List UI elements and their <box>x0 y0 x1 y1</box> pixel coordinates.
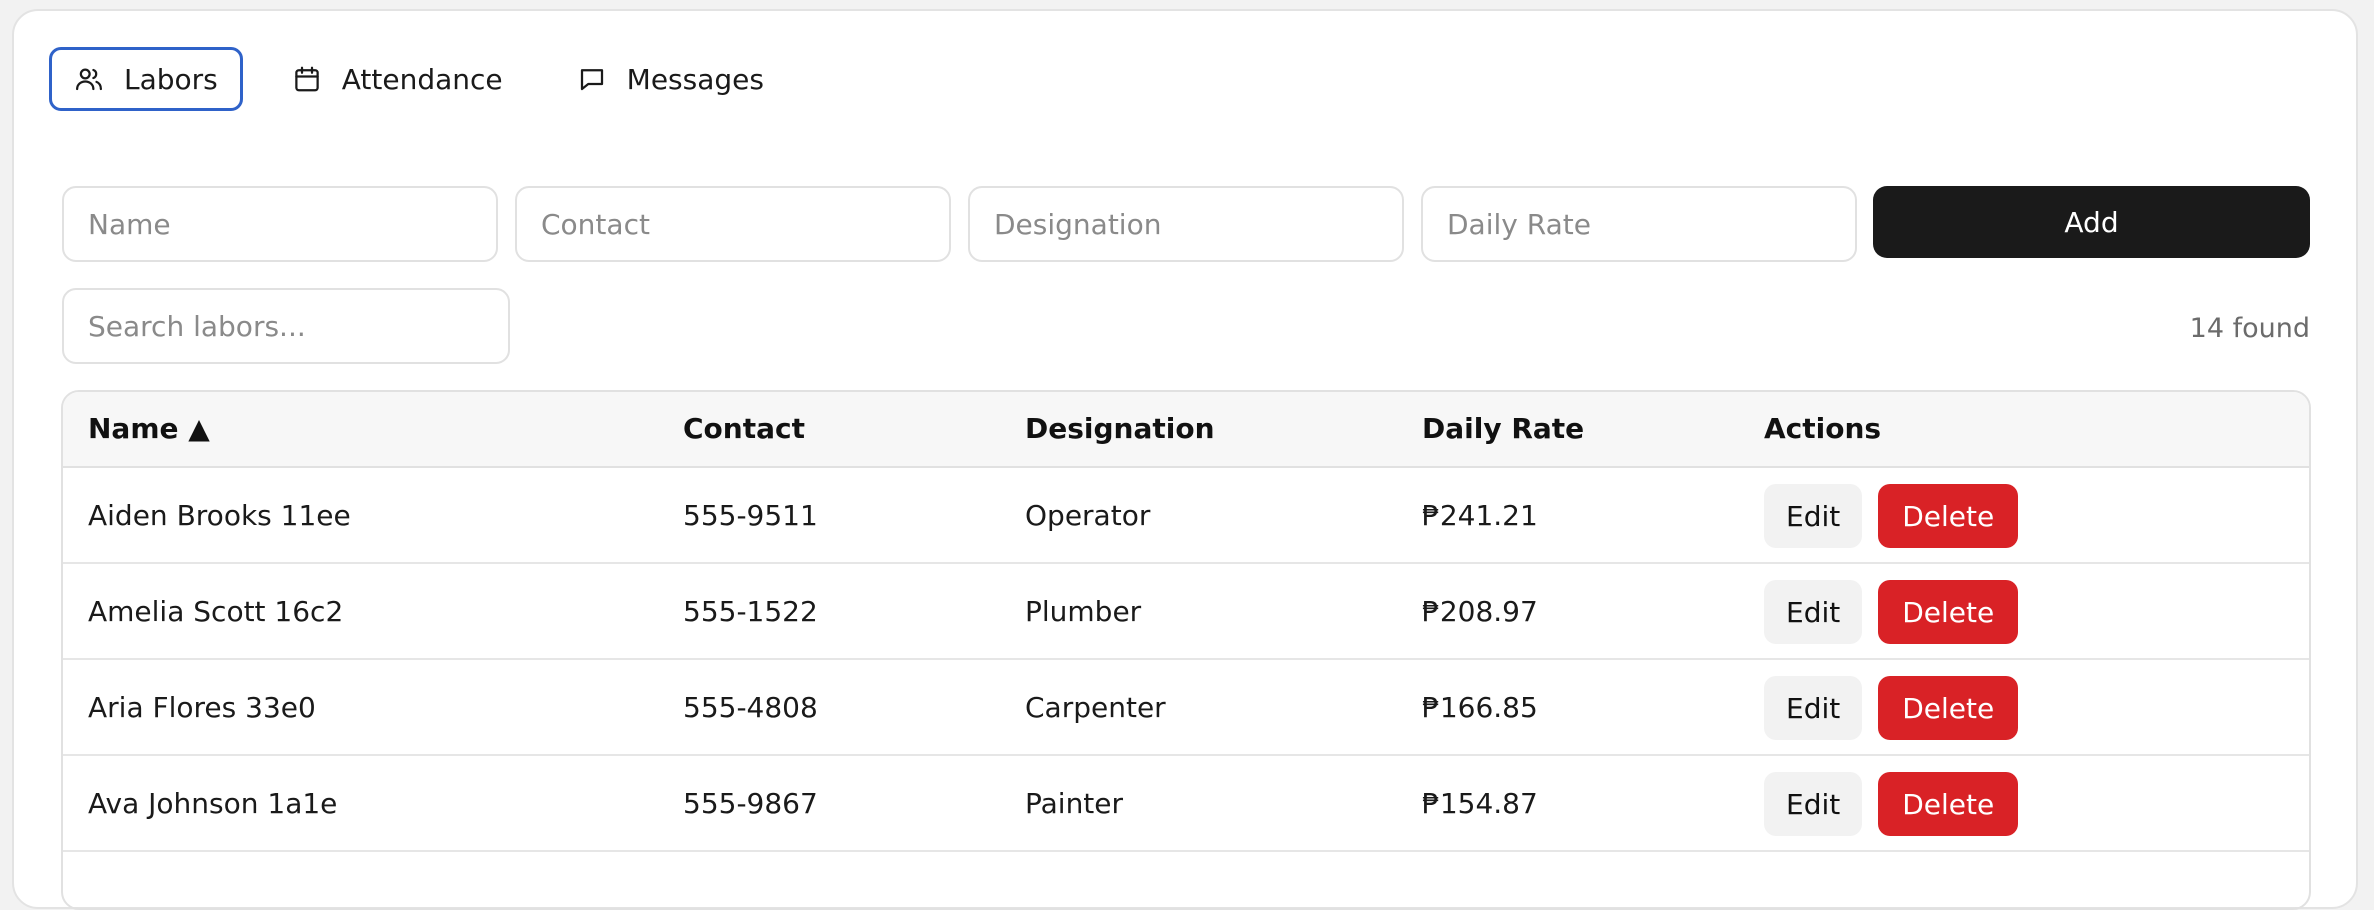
cell-daily-rate: ₱241.21 <box>1422 499 1538 532</box>
table-header: Name ▲ Contact Designation Daily Rate Ac… <box>63 392 2309 468</box>
row-actions: Edit Delete <box>1764 772 2019 836</box>
tab-labors[interactable]: Labors <box>49 47 243 111</box>
table-row: Amelia Scott 16c2 555-1522 Plumber ₱208.… <box>63 564 2309 660</box>
cell-name: Amelia Scott 16c2 <box>88 595 344 628</box>
cell-name: Aiden Brooks 11ee <box>88 499 351 532</box>
row-actions: Edit Delete <box>1764 484 2019 548</box>
tab-attendance[interactable]: Attendance <box>267 47 528 111</box>
delete-button[interactable]: Delete <box>1878 676 2019 740</box>
cell-contact: 555-1522 <box>683 595 818 628</box>
edit-button[interactable]: Edit <box>1764 484 1863 548</box>
table-row: Aiden Brooks 11ee 555-9511 Operator ₱241… <box>63 468 2309 564</box>
tab-labors-label: Labors <box>124 62 218 96</box>
cell-daily-rate: ₱208.97 <box>1422 595 1538 628</box>
delete-button[interactable]: Delete <box>1878 772 2019 836</box>
header-actions: Actions <box>1764 412 1882 445</box>
search-input[interactable] <box>62 288 510 364</box>
delete-button[interactable]: Delete <box>1878 580 2019 644</box>
edit-button[interactable]: Edit <box>1764 676 1863 740</box>
tab-attendance-label: Attendance <box>341 62 503 96</box>
calendar-icon <box>292 64 322 94</box>
edit-button[interactable]: Edit <box>1764 580 1863 644</box>
row-actions: Edit Delete <box>1764 580 2019 644</box>
result-count: 14 found <box>2189 313 2310 344</box>
cell-designation: Operator <box>1025 499 1151 532</box>
users-icon <box>74 64 104 94</box>
header-name[interactable]: Name ▲ <box>88 392 210 466</box>
message-icon <box>577 64 607 94</box>
header-contact[interactable]: Contact <box>683 392 805 466</box>
row-actions: Edit Delete <box>1764 676 2019 740</box>
cell-daily-rate: ₱154.87 <box>1422 787 1538 820</box>
table-row: Aria Flores 33e0 555-4808 Carpenter ₱166… <box>63 660 2309 756</box>
cell-daily-rate: ₱166.85 <box>1422 691 1538 724</box>
cell-designation: Plumber <box>1025 595 1142 628</box>
header-daily-rate[interactable]: Daily Rate <box>1422 392 1584 466</box>
header-designation[interactable]: Designation <box>1025 392 1215 466</box>
designation-input[interactable] <box>968 186 1404 262</box>
tab-messages-label: Messages <box>626 62 764 96</box>
cell-contact: 555-9867 <box>683 787 818 820</box>
tab-messages[interactable]: Messages <box>552 47 789 111</box>
edit-button[interactable]: Edit <box>1764 772 1863 836</box>
daily-rate-input[interactable] <box>1421 186 1857 262</box>
cell-contact: 555-4808 <box>683 691 818 724</box>
cell-contact: 555-9511 <box>683 499 818 532</box>
cell-designation: Painter <box>1025 787 1124 820</box>
contact-input[interactable] <box>515 186 951 262</box>
cell-name: Ava Johnson 1a1e <box>88 787 338 820</box>
tab-bar: Labors Attendance Messages <box>49 47 789 111</box>
labors-table: Name ▲ Contact Designation Daily Rate Ac… <box>61 390 2311 910</box>
cell-name: Aria Flores 33e0 <box>88 691 316 724</box>
cell-designation: Carpenter <box>1025 691 1166 724</box>
delete-button[interactable]: Delete <box>1878 484 2019 548</box>
name-input[interactable] <box>62 186 498 262</box>
table-row: Ava Johnson 1a1e 555-9867 Painter ₱154.8… <box>63 756 2309 852</box>
add-button[interactable]: Add <box>1873 186 2310 258</box>
